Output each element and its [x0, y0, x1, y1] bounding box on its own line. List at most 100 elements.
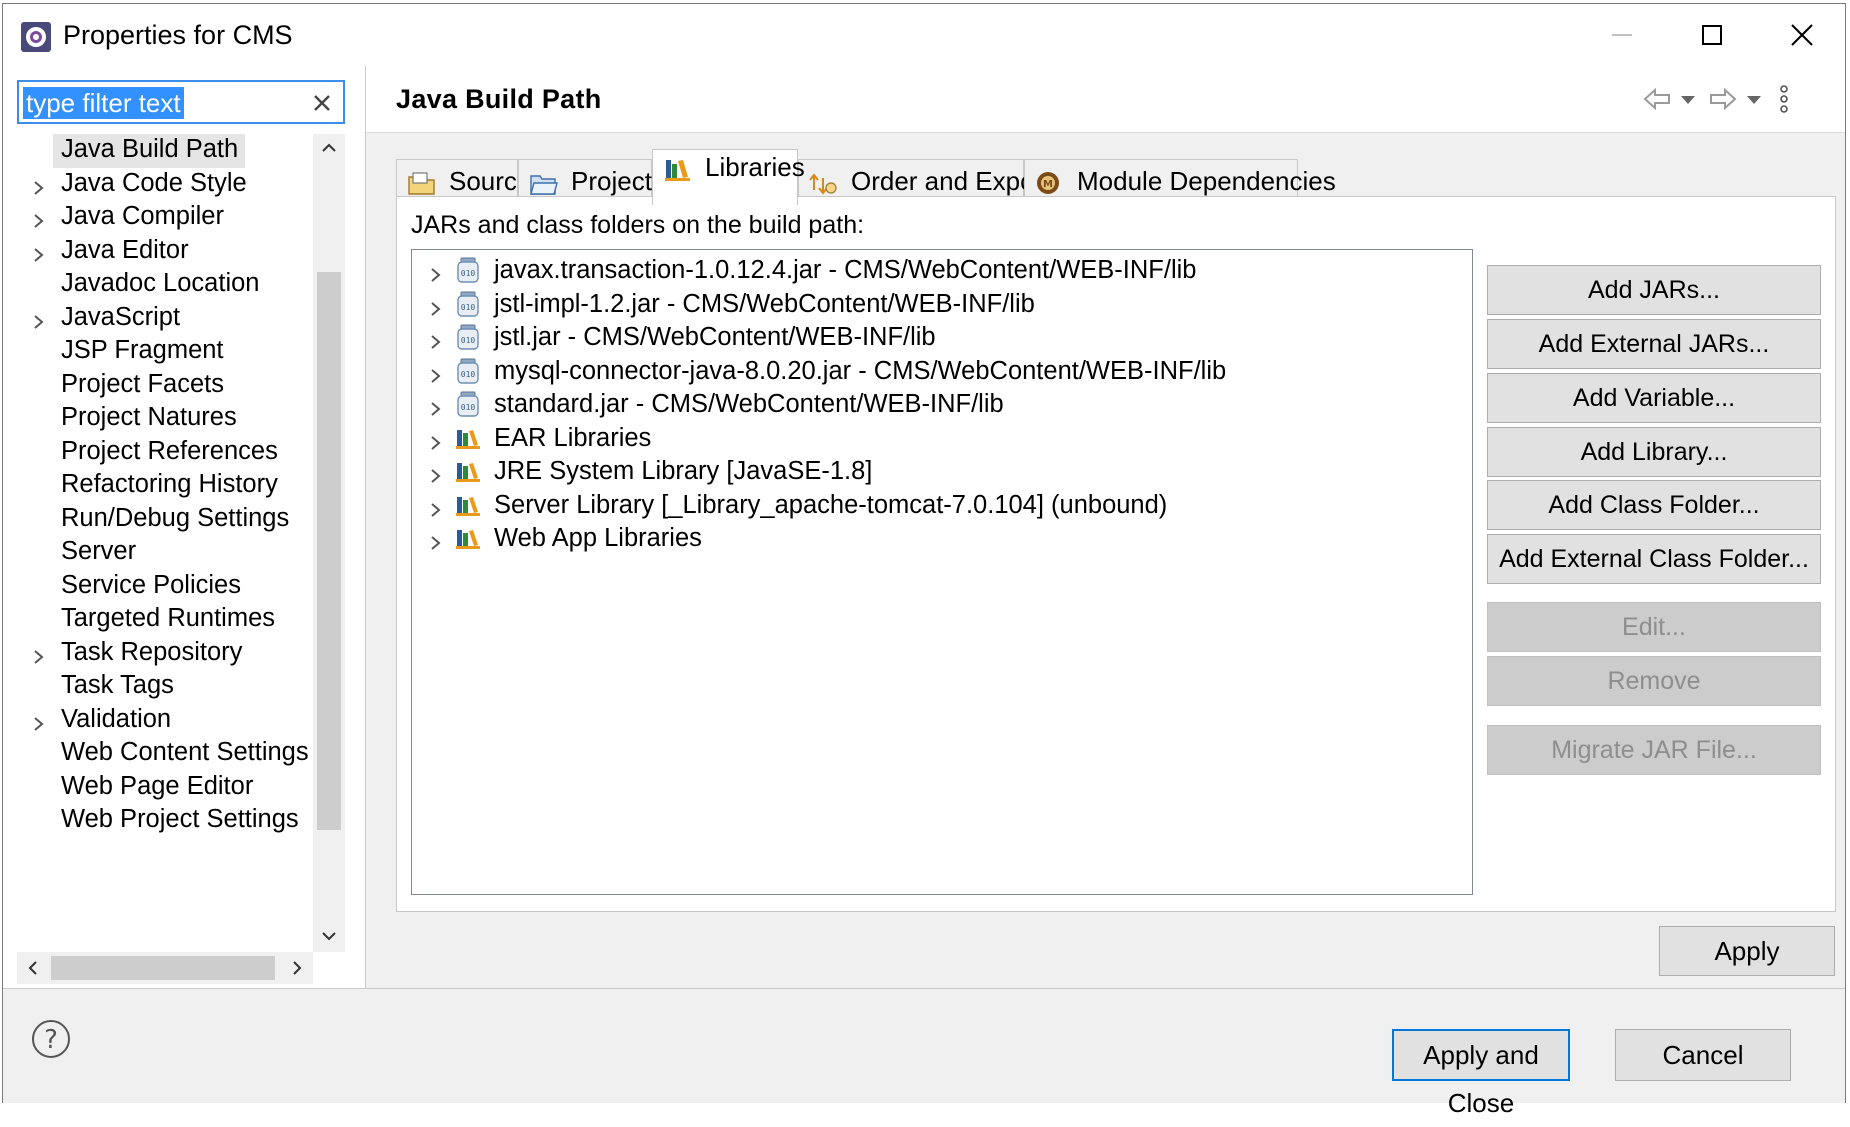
list-item[interactable]: JRE System Library [JavaSE-1.8] — [412, 452, 1472, 490]
title-bar: Properties for CMS — [3, 4, 1845, 66]
chevron-right-icon[interactable] — [29, 708, 49, 731]
chevron-right-icon[interactable] — [426, 460, 446, 483]
tree-vertical-scrollbar[interactable] — [313, 134, 345, 952]
tree-item[interactable]: Java Code Style — [3, 164, 313, 202]
chevron-right-icon[interactable] — [29, 306, 49, 329]
chevron-right-icon[interactable] — [426, 293, 446, 316]
back-arrow-icon[interactable] — [1642, 84, 1672, 114]
chevron-right-icon[interactable] — [426, 494, 446, 517]
tree-item-label: Java Editor — [61, 235, 189, 264]
libraries-panel: JARs and class folders on the build path… — [396, 196, 1836, 912]
tree-item[interactable]: Web Project Settings — [3, 800, 313, 838]
view-menu-icon[interactable] — [1774, 84, 1794, 114]
tree-item[interactable]: Targeted Runtimes — [3, 599, 313, 637]
scroll-right-arrow-icon[interactable] — [287, 958, 307, 978]
chevron-right-icon[interactable] — [29, 205, 49, 228]
build-path-list[interactable]: 010 javax.transaction-1.0.12.4.jar - CMS/… — [411, 249, 1473, 895]
scroll-up-arrow-icon[interactable] — [319, 138, 339, 158]
list-item-label: jstl-impl-1.2.jar - CMS/WebContent/WEB-I… — [494, 289, 1035, 318]
back-menu-icon[interactable] — [1678, 84, 1698, 114]
list-item[interactable]: Server Library [_Library_apache-tomcat-7… — [412, 486, 1472, 524]
chevron-right-icon[interactable] — [426, 360, 446, 383]
add-library-button[interactable]: Add Library... — [1487, 427, 1821, 477]
add-variable-button[interactable]: Add Variable... — [1487, 373, 1821, 423]
tree-item-label: Targeted Runtimes — [61, 604, 276, 632]
tree-item[interactable]: Task Repository — [3, 633, 313, 671]
chevron-right-icon[interactable] — [426, 527, 446, 550]
order-export-icon — [809, 168, 839, 196]
tree-item[interactable]: Task Tags — [3, 666, 313, 704]
properties-dialog: Properties for CMS type filter text Java… — [2, 3, 1846, 1118]
tree-item[interactable]: Service Policies — [3, 566, 313, 604]
add-jars-button[interactable]: Add JARs... — [1487, 265, 1821, 315]
tab-libraries[interactable]: Libraries — [652, 149, 805, 205]
chevron-right-icon[interactable] — [426, 326, 446, 349]
list-item[interactable]: Web App Libraries — [412, 519, 1472, 557]
add-class-folder-button[interactable]: Add Class Folder... — [1487, 480, 1821, 530]
tree-item-label: Validation — [61, 704, 172, 733]
tree-item-label: Service Policies — [61, 570, 241, 599]
tree-item[interactable]: JSP Fragment — [3, 331, 313, 369]
apply-and-close-button[interactable]: Apply and Close — [1392, 1029, 1570, 1118]
edit-button[interactable]: Edit... — [1487, 602, 1821, 652]
filter-input-text[interactable]: type filter text — [23, 87, 184, 119]
tree-horizontal-scrollbar[interactable] — [17, 952, 313, 984]
tree-item[interactable]: Refactoring History — [3, 465, 313, 503]
tree-item[interactable]: Javadoc Location — [3, 264, 313, 302]
svg-text:010: 010 — [461, 403, 476, 412]
list-item[interactable]: 010 jstl.jar - CMS/WebContent/WEB-INF/lib — [412, 318, 1472, 356]
jar-icon: 010 — [454, 323, 482, 351]
tree-item[interactable]: Validation — [3, 700, 313, 738]
chevron-right-icon[interactable] — [29, 172, 49, 195]
chevron-right-icon[interactable] — [426, 393, 446, 416]
page-header: Java Build Path — [366, 66, 1845, 133]
svg-text:010: 010 — [461, 370, 476, 379]
maximize-icon — [1702, 25, 1722, 45]
cancel-button[interactable]: Cancel — [1615, 1029, 1791, 1081]
add-external-class-folder-button[interactable]: Add External Class Folder... — [1487, 534, 1821, 584]
maximize-button[interactable] — [1673, 4, 1751, 66]
tree-item[interactable]: Web Page Editor — [3, 767, 313, 805]
tree-item[interactable]: Project Natures — [3, 398, 313, 436]
chevron-right-icon[interactable] — [29, 641, 49, 664]
list-item[interactable]: 010 jstl-impl-1.2.jar - CMS/WebContent/WE… — [412, 285, 1472, 323]
tree-item[interactable]: Java Editor — [3, 231, 313, 269]
list-item-label: Web App Libraries — [494, 524, 702, 552]
minimize-button[interactable] — [1583, 4, 1661, 66]
chevron-right-icon[interactable] — [426, 427, 446, 450]
preference-tree: Java Build Path Java Code Style Java Compi… — [3, 134, 313, 952]
chevron-right-icon[interactable] — [29, 239, 49, 262]
add-external-jars-button[interactable]: Add External JARs... — [1487, 319, 1821, 369]
module-dependencies-icon: M — [1035, 168, 1065, 196]
clear-x-icon[interactable] — [307, 88, 337, 118]
migrate-jar-button[interactable]: Migrate JAR File... — [1487, 725, 1821, 775]
chevron-right-icon[interactable] — [426, 259, 446, 282]
tree-item[interactable]: Project Facets — [3, 365, 313, 403]
tree-item[interactable]: Java Compiler — [3, 197, 313, 235]
apply-button[interactable]: Apply — [1659, 926, 1835, 976]
list-item[interactable]: 010 standard.jar - CMS/WebContent/WEB-INF… — [412, 385, 1472, 423]
tree-item[interactable]: Run/Debug Settings — [3, 499, 313, 537]
svg-text:010: 010 — [461, 336, 476, 345]
close-button[interactable] — [1763, 4, 1841, 66]
horizontal-scroll-thumb[interactable] — [51, 956, 275, 980]
filter-field[interactable]: type filter text — [17, 80, 345, 124]
remove-button[interactable]: Remove — [1487, 656, 1821, 706]
tree-item[interactable]: Web Content Settings — [3, 733, 313, 771]
help-icon[interactable]: ? — [29, 1017, 73, 1061]
tree-item-label: Java Compiler — [61, 202, 224, 230]
vertical-scroll-thumb[interactable] — [317, 272, 341, 830]
list-item[interactable]: EAR Libraries — [412, 419, 1472, 457]
tree-item-label: Project Facets — [61, 369, 224, 398]
forward-arrow-icon[interactable] — [1708, 84, 1738, 114]
list-item[interactable]: 010 javax.transaction-1.0.12.4.jar - CMS/… — [412, 251, 1472, 289]
jar-icon: 010 — [454, 290, 482, 318]
tree-item-label: JavaScript — [61, 302, 181, 331]
scroll-down-arrow-icon[interactable] — [319, 926, 339, 946]
list-item[interactable]: 010 mysql-connector-java-8.0.20.jar - CMS… — [412, 352, 1472, 390]
tree-item[interactable]: Project References — [3, 432, 313, 470]
tree-item[interactable]: JavaScript — [3, 298, 313, 336]
forward-menu-icon[interactable] — [1744, 84, 1764, 114]
tree-item[interactable]: Server — [3, 532, 313, 570]
scroll-left-arrow-icon[interactable] — [23, 958, 43, 978]
